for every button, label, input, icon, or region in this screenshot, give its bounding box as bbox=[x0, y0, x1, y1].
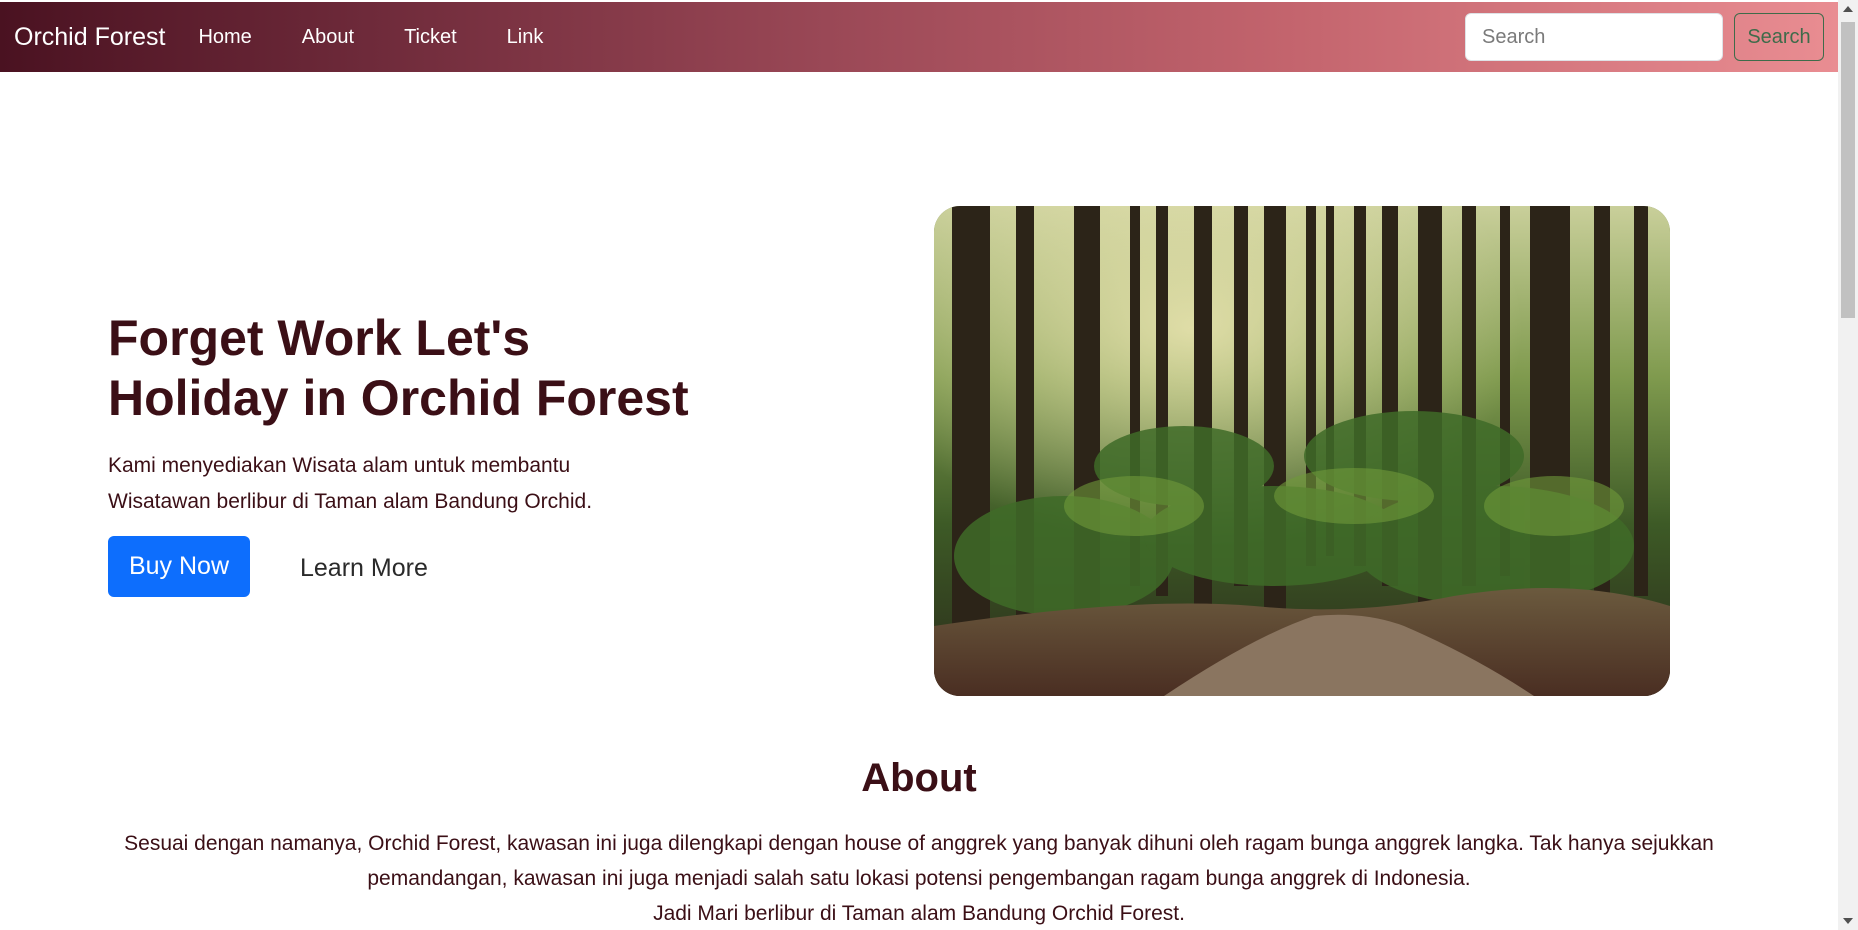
about-closing: Jadi Mari berlibur di Taman alam Bandung… bbox=[653, 902, 1185, 925]
navbar: Orchid Forest Home About Ticket Link Sea… bbox=[0, 2, 1838, 72]
vertical-scrollbar[interactable] bbox=[1838, 0, 1858, 930]
page: Orchid Forest Home About Ticket Link Sea… bbox=[0, 0, 1838, 930]
about-text: Sesuai dengan namanya, Orchid Forest, ka… bbox=[110, 826, 1728, 930]
nav-link-link[interactable]: Link bbox=[507, 26, 544, 49]
brand-logo[interactable]: Orchid Forest bbox=[14, 23, 165, 52]
hero-title-part1: Forget Work bbox=[108, 310, 416, 366]
search-input[interactable] bbox=[1465, 13, 1723, 61]
nav-link-about[interactable]: About bbox=[302, 26, 354, 49]
hero-description: Kami menyediakan Wisata alam untuk memba… bbox=[108, 454, 593, 513]
nav-link-ticket[interactable]: Ticket bbox=[404, 26, 457, 49]
hero-title-highlight-2: Holiday bbox=[108, 370, 289, 426]
hero-title: Forget Work Let's Holiday in Orchid Fores… bbox=[108, 308, 748, 428]
nav-links: Home About Ticket Link bbox=[198, 26, 593, 49]
nav-link-home[interactable]: Home bbox=[198, 26, 251, 49]
forest-path-photo bbox=[934, 206, 1670, 696]
scroll-thumb[interactable] bbox=[1841, 22, 1855, 318]
hero-title-highlight-1: Let's bbox=[415, 310, 531, 366]
about-paragraph: Sesuai dengan namanya, Orchid Forest, ka… bbox=[124, 832, 1714, 890]
about-title: About bbox=[861, 756, 977, 800]
hero-title-part2: in Orchid Forest bbox=[288, 370, 689, 426]
buy-now-button[interactable]: Buy Now bbox=[108, 536, 250, 597]
search-button[interactable]: Search bbox=[1734, 13, 1824, 61]
search-form: Search bbox=[1465, 13, 1824, 61]
scroll-down-arrow-icon[interactable] bbox=[1843, 918, 1853, 924]
learn-more-button[interactable]: Learn More bbox=[300, 554, 428, 583]
scroll-up-arrow-icon[interactable] bbox=[1843, 6, 1853, 12]
